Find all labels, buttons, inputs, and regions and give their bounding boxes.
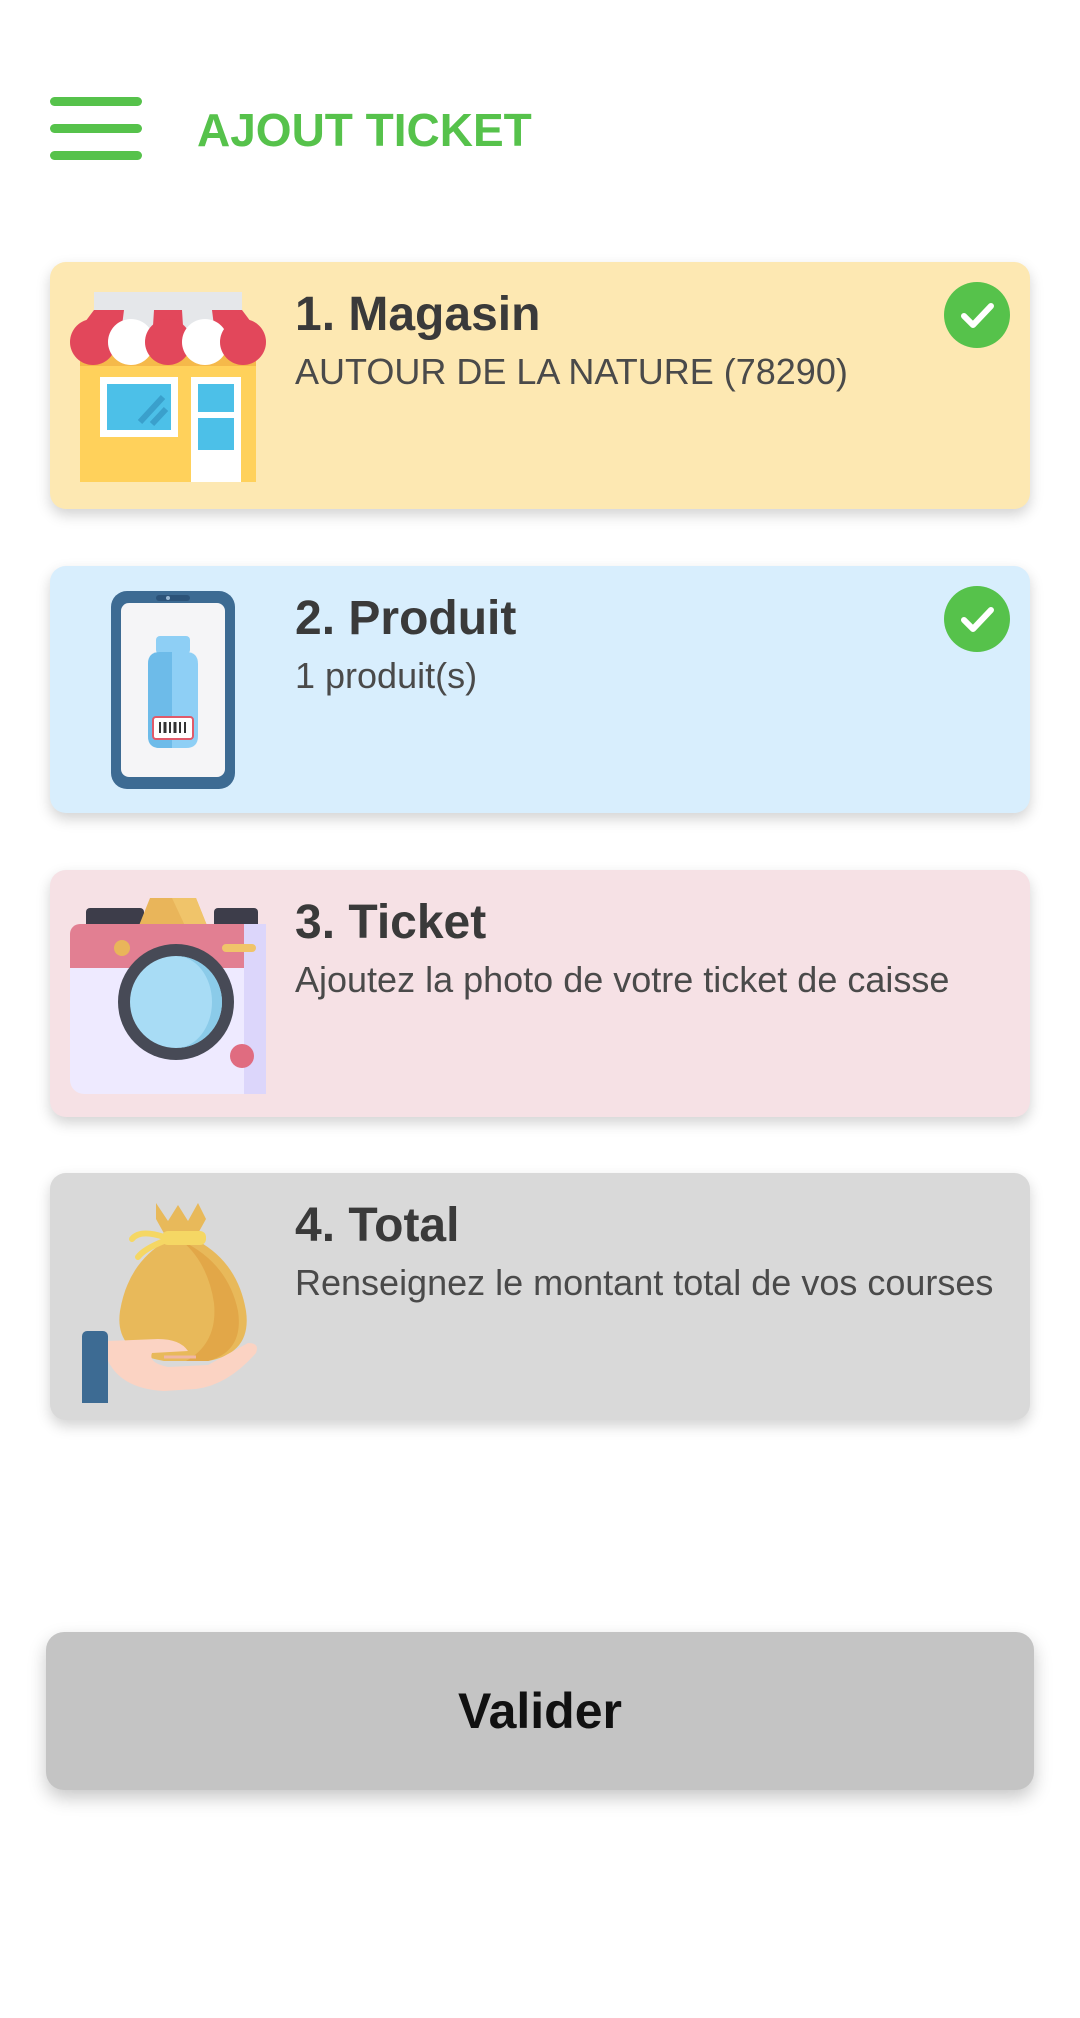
step-title: 4. Total xyxy=(295,1199,460,1252)
step-title: 2. Produit xyxy=(295,592,517,645)
store-icon xyxy=(68,282,268,492)
app-header: AJOUT TICKET xyxy=(0,0,1080,260)
step-title: 3. Ticket xyxy=(295,896,487,949)
validate-button[interactable]: Valider xyxy=(46,1632,1034,1790)
step-description: Renseignez le montant total de vos cours… xyxy=(295,1262,994,1303)
step-card-product[interactable]: 2. Produit 1 produit(s) xyxy=(50,566,1030,813)
check-icon xyxy=(944,282,1010,348)
hamburger-menu-icon[interactable] xyxy=(50,95,142,165)
camera-icon xyxy=(68,890,268,1100)
money-bag-icon xyxy=(68,1193,268,1409)
page: AJOUT TICKET 1. Magasin AUTOUR DE LA NAT… xyxy=(0,0,1080,2018)
check-icon xyxy=(944,586,1010,652)
step-card-ticket[interactable]: 3. Ticket Ajoutez la photo de votre tick… xyxy=(50,870,1030,1117)
page-title: AJOUT TICKET xyxy=(197,104,532,156)
step-description: AUTOUR DE LA NATURE (78290) xyxy=(295,351,848,392)
phone-product-icon xyxy=(68,586,268,796)
step-title: 1. Magasin xyxy=(295,288,541,341)
step-card-total[interactable]: 4. Total Renseignez le montant total de … xyxy=(50,1173,1030,1420)
step-description: 1 produit(s) xyxy=(295,655,478,696)
step-description: Ajoutez la photo de votre ticket de cais… xyxy=(295,959,950,1000)
step-card-store[interactable]: 1. Magasin AUTOUR DE LA NATURE (78290) xyxy=(50,262,1030,509)
